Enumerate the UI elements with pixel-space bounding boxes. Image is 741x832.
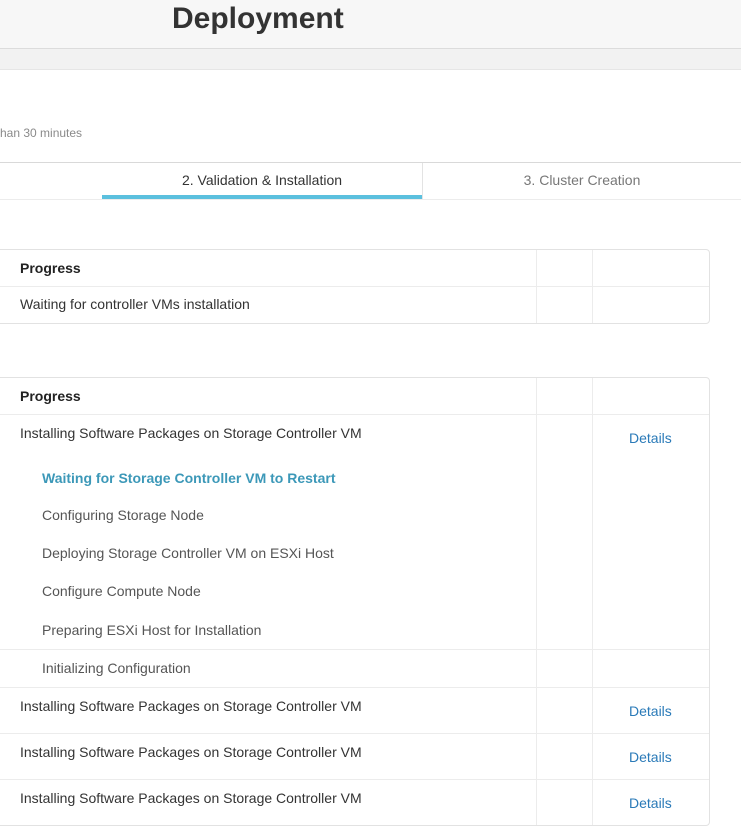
page-header: Deployment [0, 0, 741, 49]
row-divider [0, 286, 709, 287]
row-divider [0, 733, 709, 734]
column-divider [592, 378, 593, 825]
storage-progress-table: Progress Installing Software Packages on… [0, 377, 710, 826]
column-divider [536, 378, 537, 825]
wizard-tabs: 2. Validation & Installation 3. Cluster … [0, 162, 741, 200]
step-item: Configuring Storage Node [42, 507, 204, 523]
table-row: Installing Software Packages on Storage … [20, 425, 362, 441]
page-title: Deployment [172, 2, 344, 35]
step-item: Deploying Storage Controller VM on ESXi … [42, 545, 334, 561]
row-divider [0, 649, 709, 650]
tab-validation-installation[interactable]: 2. Validation & Installation [102, 163, 423, 199]
details-link[interactable]: Details [629, 795, 672, 811]
step-item-active: Waiting for Storage Controller VM to Res… [42, 470, 336, 486]
progress-column-header: Progress [20, 388, 81, 404]
table-row: Installing Software Packages on Storage … [20, 744, 362, 760]
progress-column-header: Progress [20, 260, 81, 276]
table-row: Waiting for controller VMs installation [20, 296, 250, 312]
details-link[interactable]: Details [629, 703, 672, 719]
details-link[interactable]: Details [629, 430, 672, 446]
step-item: Configure Compute Node [42, 583, 201, 599]
tab-cluster-creation[interactable]: 3. Cluster Creation [423, 163, 741, 199]
row-divider [0, 687, 709, 688]
row-divider [0, 779, 709, 780]
step-item: Preparing ESXi Host for Installation [42, 622, 262, 638]
sub-bar [0, 49, 741, 70]
table-row: Installing Software Packages on Storage … [20, 790, 362, 806]
step-item: Initializing Configuration [42, 660, 191, 676]
estimated-time-text: han 30 minutes [0, 126, 83, 140]
controller-progress-table: Progress Waiting for controller VMs inst… [0, 249, 710, 324]
table-row: Installing Software Packages on Storage … [20, 698, 362, 714]
details-link[interactable]: Details [629, 749, 672, 765]
row-divider [0, 414, 709, 415]
